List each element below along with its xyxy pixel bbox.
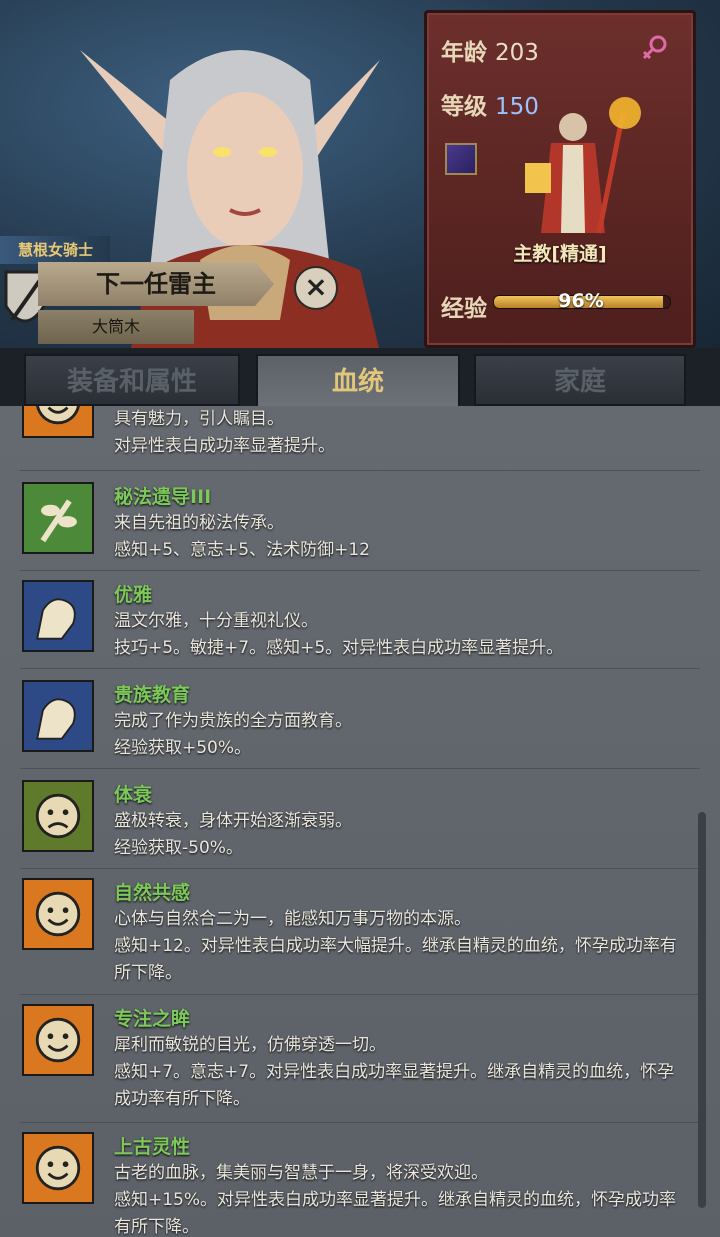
trait-name: 体衰 [114,784,153,806]
trait-name: 贵族教育 [114,684,191,706]
character-header: 慧根女骑士 下一任雷主 大筒木 × 年龄 203 等级 150 主教[精通] 经验 [0,0,720,352]
trait-description: 温文尔雅，十分重视礼仪。 技巧+5。敏捷+7。感知+5。对异性表白成功率显著提升… [114,611,564,658]
trait-description: 完成了作为贵族的全方面教育。 经验获取+50%。 [114,711,352,758]
list-scrollbar[interactable] [698,812,706,1208]
tab-equipment-attributes[interactable]: 装备和属性 [24,354,240,406]
happy-face-icon [22,1132,94,1204]
divider [20,994,700,995]
class-badge-icon[interactable] [445,143,477,175]
trait-description: 古老的血脉，集美丽与智慧于一身，将深受欢迎。 感知+15%。对异性表白成功率显著… [114,1163,677,1237]
close-icon: × [304,270,328,303]
divider [20,1122,700,1123]
stat-panel: 年龄 203 等级 150 主教[精通] 经验 96% [424,10,696,348]
exp-label: 经验 [441,296,487,322]
divider [20,668,700,669]
character-family: 大筒木 [38,310,194,344]
close-button[interactable]: × [294,266,338,310]
trait-name: 优雅 [114,584,153,606]
female-gender-icon [642,35,667,60]
flexed-arm-icon [22,580,94,652]
character-title: 慧根女骑士 [0,236,110,264]
tab-bloodline[interactable]: 血统 [256,354,460,410]
trait-name: 专注之眸 [114,1008,191,1030]
trait-name: 秘法遗导III [114,486,212,508]
divider [20,768,700,769]
character-name: 下一任雷主 [38,262,274,306]
age-stat: 年龄 203 [441,33,539,67]
divider [20,470,700,471]
happy-face-icon [22,878,94,950]
trait-description: 具有魅力，引人瞩目。 对异性表白成功率显著提升。 [114,409,335,456]
trait-name: 上古灵性 [114,1136,191,1158]
happy-face-icon [22,406,94,438]
exp-value: 96% [558,290,604,312]
leaf-branch-icon [22,482,94,554]
tab-family[interactable]: 家庭 [474,354,686,406]
level-label: 等级 [441,94,487,120]
flexed-arm-icon [22,680,94,752]
divider [20,570,700,571]
trait-description: 来自先祖的秘法传承。 感知+5、意志+5、法术防御+12 [114,513,370,560]
sad-face-icon [22,780,94,852]
trait-description: 犀利而敏锐的目光，仿佛穿透一切。 感知+7。意志+7。对异性表白成功率显著提升。… [114,1035,675,1109]
age-value: 203 [495,40,539,66]
divider [20,868,700,869]
class-label: 主教[精通] [513,243,607,265]
trait-description: 心体与自然合二为一，能感知万事万物的本源。 感知+12。对异性表白成功率大幅提升… [114,909,677,983]
trait-description: 盛极转衰，身体开始逐渐衰弱。 经验获取-50%。 [114,811,352,858]
trait-list[interactable]: 具有魅力，引人瞩目。 对异性表白成功率显著提升。 秘法遗导III 来自先祖的秘法… [0,406,720,1237]
tab-bar: 装备和属性 血统 家庭 [0,348,720,410]
bishop-class-figure [525,97,641,234]
age-label: 年龄 [441,40,487,66]
trait-name: 自然共感 [114,882,191,904]
happy-face-icon [22,1004,94,1076]
